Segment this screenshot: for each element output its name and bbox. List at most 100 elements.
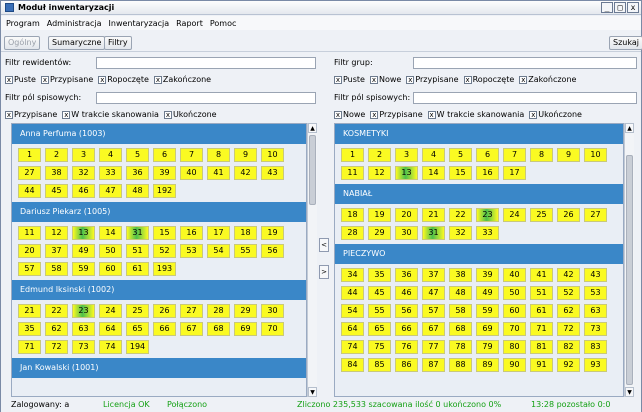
field-cell[interactable]: 88: [449, 358, 472, 372]
field-cell[interactable]: 64: [99, 322, 122, 336]
field-cell[interactable]: 55: [368, 304, 391, 318]
field-cell[interactable]: 14: [422, 166, 445, 180]
field-cell[interactable]: 19: [368, 208, 391, 222]
scroll-up-arrow[interactable]: ▲: [625, 123, 634, 133]
field-cell[interactable]: 5: [449, 148, 472, 162]
field-cell[interactable]: 193: [153, 262, 176, 276]
field-cell[interactable]: 48: [449, 286, 472, 300]
field-cell[interactable]: 58: [45, 262, 68, 276]
field-cell[interactable]: 6: [476, 148, 499, 162]
field-cell[interactable]: 73: [72, 340, 95, 354]
chk-w-trakcie[interactable]: x: [62, 110, 71, 119]
chk-w-trakcie-right[interactable]: x: [427, 110, 436, 119]
field-cell[interactable]: 192: [153, 184, 176, 198]
field-cell[interactable]: 39: [476, 268, 499, 282]
field-cell[interactable]: 13: [72, 226, 95, 240]
field-cell[interactable]: 9: [234, 148, 257, 162]
field-cell[interactable]: 12: [368, 166, 391, 180]
group-header[interactable]: Anna Perfuma (1003): [12, 124, 306, 144]
field-cell[interactable]: 24: [99, 304, 122, 318]
field-cell[interactable]: 51: [126, 244, 149, 258]
chk-ukonczone-right[interactable]: x: [529, 110, 538, 119]
field-cell[interactable]: 31: [126, 226, 149, 240]
field-cell[interactable]: 46: [72, 184, 95, 198]
scroll-thumb[interactable]: [309, 135, 316, 205]
field-cell[interactable]: 43: [584, 268, 607, 282]
field-cell[interactable]: 61: [530, 304, 553, 318]
field-cell[interactable]: 53: [584, 286, 607, 300]
menu-program[interactable]: Program: [6, 19, 40, 28]
field-cell[interactable]: 69: [234, 322, 257, 336]
move-left-button[interactable]: <: [319, 238, 329, 252]
field-cell[interactable]: 77: [422, 340, 445, 354]
field-cell[interactable]: 62: [557, 304, 580, 318]
group-header[interactable]: Jan Kowalski (1001): [12, 358, 306, 378]
field-cell[interactable]: 11: [18, 226, 41, 240]
menu-inwentaryzacja[interactable]: Inwentaryzacja: [109, 19, 170, 28]
menu-raport[interactable]: Raport: [176, 19, 203, 28]
field-cell[interactable]: 63: [584, 304, 607, 318]
field-cell[interactable]: 92: [557, 358, 580, 372]
field-cell[interactable]: 79: [476, 340, 499, 354]
field-cell[interactable]: 68: [449, 322, 472, 336]
field-cell[interactable]: 78: [449, 340, 472, 354]
chk-przypisane-right[interactable]: x: [406, 75, 415, 84]
field-cell[interactable]: 66: [153, 322, 176, 336]
field-cell[interactable]: 11: [341, 166, 364, 180]
field-cell[interactable]: 60: [99, 262, 122, 276]
field-cell[interactable]: 48: [126, 184, 149, 198]
field-cell[interactable]: 26: [153, 304, 176, 318]
field-cell[interactable]: 41: [207, 166, 230, 180]
field-cell[interactable]: 45: [45, 184, 68, 198]
field-cell[interactable]: 12: [45, 226, 68, 240]
field-cell[interactable]: 52: [557, 286, 580, 300]
field-cell[interactable]: 25: [126, 304, 149, 318]
field-cell[interactable]: 85: [368, 358, 391, 372]
field-cell[interactable]: 67: [422, 322, 445, 336]
left-scrollbar[interactable]: ▲ ▼: [307, 123, 317, 397]
scroll-up-arrow[interactable]: ▲: [308, 123, 317, 133]
field-cell[interactable]: 7: [180, 148, 203, 162]
field-cell[interactable]: 59: [476, 304, 499, 318]
field-cell[interactable]: 29: [368, 226, 391, 240]
field-cell[interactable]: 1: [341, 148, 364, 162]
field-cell[interactable]: 15: [449, 166, 472, 180]
field-cell[interactable]: 39: [153, 166, 176, 180]
field-cell[interactable]: 70: [503, 322, 526, 336]
group-header[interactable]: NABIAŁ: [335, 184, 623, 204]
field-cell[interactable]: 6: [153, 148, 176, 162]
field-cell[interactable]: 47: [422, 286, 445, 300]
field-cell[interactable]: 8: [207, 148, 230, 162]
field-cell[interactable]: 37: [45, 244, 68, 258]
field-cell[interactable]: 2: [45, 148, 68, 162]
field-cell[interactable]: 59: [72, 262, 95, 276]
field-cell[interactable]: 22: [449, 208, 472, 222]
field-cell[interactable]: 9: [557, 148, 580, 162]
field-cell[interactable]: 21: [422, 208, 445, 222]
scroll-thumb[interactable]: [626, 155, 633, 385]
reviewer-filter-input[interactable]: [96, 57, 316, 69]
field-cell[interactable]: 27: [18, 166, 41, 180]
field-cell[interactable]: 33: [476, 226, 499, 240]
field-cell[interactable]: 23: [476, 208, 499, 222]
menu-pomoc[interactable]: Pomoc: [210, 19, 237, 28]
scroll-down-arrow[interactable]: ▼: [625, 387, 634, 397]
field-cell[interactable]: 46: [395, 286, 418, 300]
field-cell[interactable]: 10: [261, 148, 284, 162]
field-cell[interactable]: 194: [126, 340, 149, 354]
field-cell[interactable]: 57: [422, 304, 445, 318]
field-cell[interactable]: 54: [341, 304, 364, 318]
field-cell[interactable]: 18: [341, 208, 364, 222]
field-cell[interactable]: 50: [99, 244, 122, 258]
field-cell[interactable]: 32: [72, 166, 95, 180]
field-cell[interactable]: 72: [45, 340, 68, 354]
field-cell[interactable]: 37: [422, 268, 445, 282]
field-cell[interactable]: 38: [449, 268, 472, 282]
field-cell[interactable]: 16: [476, 166, 499, 180]
field-cell[interactable]: 20: [18, 244, 41, 258]
field-cell[interactable]: 33: [99, 166, 122, 180]
field-cell[interactable]: 42: [557, 268, 580, 282]
field-cell[interactable]: 5: [126, 148, 149, 162]
field-cell[interactable]: 80: [503, 340, 526, 354]
field-cell[interactable]: 69: [476, 322, 499, 336]
